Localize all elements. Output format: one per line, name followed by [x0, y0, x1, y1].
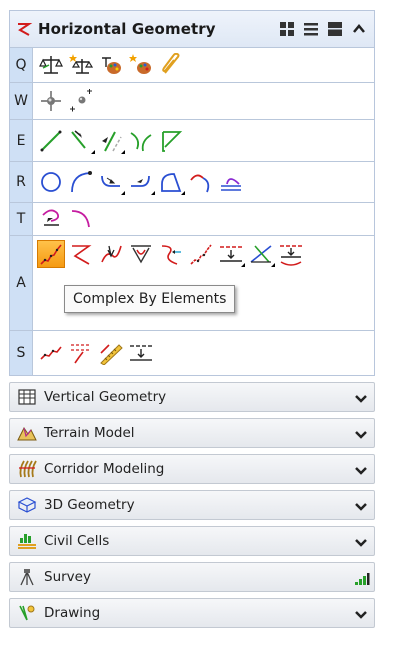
section-label: Vertical Geometry — [44, 389, 167, 405]
circle-icon[interactable] — [37, 168, 65, 196]
chevron-down-icon[interactable] — [354, 427, 368, 441]
complex-by-elements-icon[interactable] — [37, 240, 65, 268]
line-icon[interactable] — [37, 127, 65, 155]
scale-sparkle-icon[interactable] — [67, 51, 95, 79]
alignment-offset-icon[interactable] — [217, 240, 245, 268]
line-between-icon[interactable] — [67, 127, 95, 155]
survey-icon — [16, 566, 38, 588]
row-key: R — [10, 162, 33, 202]
alignment-intersect-icon[interactable] — [247, 240, 275, 268]
arc-fillet-icon[interactable] — [97, 168, 125, 196]
line-corner-icon[interactable] — [157, 127, 185, 155]
section-label: Civil Cells — [44, 533, 110, 549]
curve-offset-icon[interactable] — [217, 168, 245, 196]
reverse-curve-icon[interactable] — [187, 168, 215, 196]
tool-panel: Horizontal Geometry Q W E R T A S Vertic… — [9, 10, 375, 628]
section-label: 3D Geometry — [44, 497, 135, 513]
panel-title: Horizontal Geometry — [38, 20, 216, 38]
drawing-icon — [16, 602, 38, 624]
point-crosshair-icon[interactable] — [37, 87, 65, 115]
detail-view-icon[interactable] — [326, 20, 344, 38]
section-label: Survey — [44, 569, 91, 585]
row-key: E — [10, 120, 33, 161]
tool-row-e: E — [10, 119, 374, 161]
section-label: Drawing — [44, 605, 101, 621]
corridor-modeling-icon — [16, 458, 38, 480]
palette-scale-icon[interactable] — [97, 51, 125, 79]
row-key: Q — [10, 48, 33, 82]
complex-chain-icon[interactable] — [37, 339, 65, 367]
row-key: A — [10, 236, 33, 330]
line-arc-icon[interactable] — [127, 127, 155, 155]
arc-tangent-icon[interactable] — [127, 168, 155, 196]
alignment-funnel-icon[interactable] — [127, 240, 155, 268]
section-terrain-model[interactable]: Terrain Model — [9, 418, 375, 448]
arc-corner-icon[interactable] — [157, 168, 185, 196]
tool-row-t: T — [10, 202, 374, 235]
collapse-up-icon[interactable] — [350, 20, 368, 38]
survey-signal-icon[interactable] — [354, 571, 370, 585]
arc-icon[interactable] — [67, 168, 95, 196]
chevron-down-icon[interactable] — [354, 535, 368, 549]
alignment-arrow-icon[interactable] — [97, 240, 125, 268]
paperclip-icon[interactable] — [157, 51, 185, 79]
section-label: Corridor Modeling — [44, 461, 165, 477]
section-label: Terrain Model — [44, 425, 135, 441]
spiral-icon[interactable] — [37, 205, 65, 233]
terrain-model-icon — [16, 422, 38, 444]
row-key: T — [10, 203, 33, 235]
tool-row-r: R — [10, 161, 374, 202]
chevron-down-icon[interactable] — [354, 607, 368, 621]
grid-view-icon[interactable] — [278, 20, 296, 38]
chevron-down-icon[interactable] — [354, 391, 368, 405]
vertical-geometry-icon — [16, 386, 38, 408]
row-key: S — [10, 331, 33, 375]
section-drawing[interactable]: Drawing — [9, 598, 375, 628]
section-3d-geometry[interactable]: 3D Geometry — [9, 490, 375, 520]
tool-row-s: S — [10, 330, 374, 375]
spiral-curve-icon[interactable] — [67, 205, 95, 233]
chevron-down-icon[interactable] — [354, 463, 368, 477]
alignment-points-icon[interactable] — [187, 240, 215, 268]
chevron-down-icon[interactable] — [354, 499, 368, 513]
line-offset-icon[interactable] — [97, 127, 125, 155]
civil-cells-icon — [16, 530, 38, 552]
alignment-offset-partial-icon[interactable] — [277, 240, 305, 268]
3d-geometry-icon — [16, 494, 38, 516]
measure-tape-icon[interactable] — [97, 339, 125, 367]
point-offset-icon[interactable] — [67, 87, 95, 115]
complex-by-pi-icon[interactable] — [67, 240, 95, 268]
complex-dashed-icon[interactable] — [67, 339, 95, 367]
balance-scale-icon[interactable] — [37, 51, 65, 79]
tool-row-q: Q — [10, 47, 374, 82]
palette-sparkle-icon[interactable] — [127, 51, 155, 79]
section-survey[interactable]: Survey — [9, 562, 375, 592]
list-view-icon[interactable] — [302, 20, 320, 38]
row-key: W — [10, 83, 33, 119]
tool-row-a: A — [10, 235, 374, 330]
section-civil-cells[interactable]: Civil Cells — [9, 526, 375, 556]
tool-row-w: W — [10, 82, 374, 119]
horizontal-geometry-icon — [10, 11, 38, 47]
offset-line-icon[interactable] — [127, 339, 155, 367]
section-corridor-modeling[interactable]: Corridor Modeling — [9, 454, 375, 484]
alignment-transition-icon[interactable] — [157, 240, 185, 268]
horizontal-geometry-header[interactable]: Horizontal Geometry — [9, 10, 375, 47]
tooltip: Complex By Elements — [64, 285, 236, 313]
section-vertical-geometry[interactable]: Vertical Geometry — [9, 382, 375, 412]
